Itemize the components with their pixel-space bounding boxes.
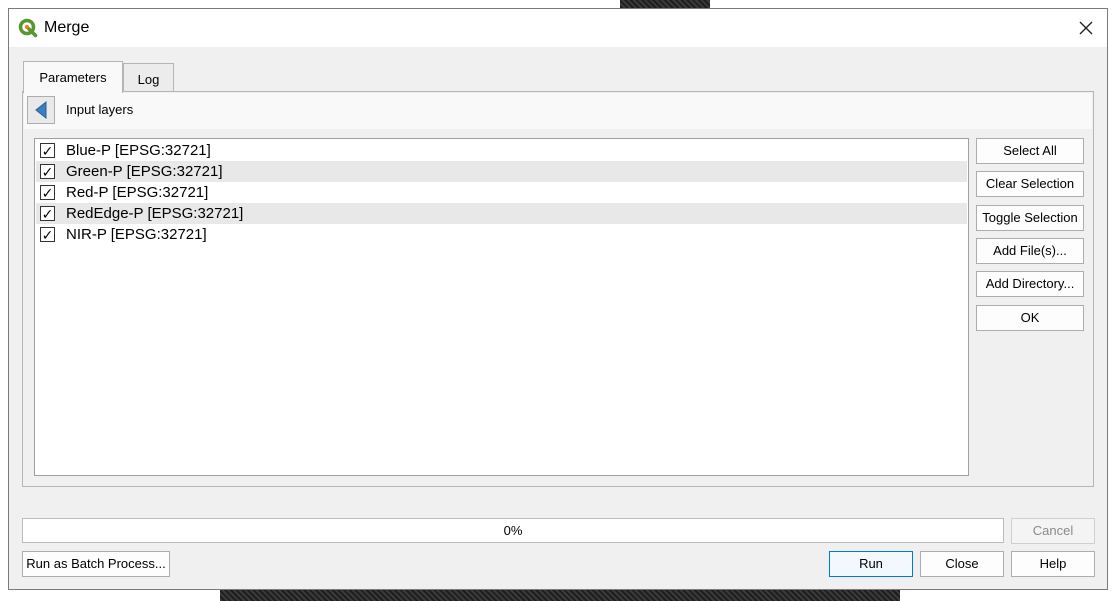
panel-header: Input layers xyxy=(24,93,1092,129)
ok-button[interactable]: OK xyxy=(976,305,1084,331)
add-directory-button[interactable]: Add Directory... xyxy=(976,271,1084,297)
panel-title: Input layers xyxy=(66,102,134,117)
layer-label: Blue-P [EPSG:32721] xyxy=(66,142,211,159)
title-bar: Merge xyxy=(9,9,1107,47)
background-white xyxy=(0,0,8,601)
background-white xyxy=(1108,0,1118,601)
layer-checkbox[interactable]: ✓ xyxy=(40,185,55,200)
background-white xyxy=(0,590,220,601)
layer-label: NIR-P [EPSG:32721] xyxy=(66,226,207,243)
close-icon xyxy=(1079,21,1093,35)
layer-checkbox[interactable]: ✓ xyxy=(40,206,55,221)
help-button[interactable]: Help xyxy=(1011,551,1095,577)
checkmark-icon: ✓ xyxy=(41,205,54,222)
list-item[interactable]: ✓ NIR-P [EPSG:32721] xyxy=(36,224,967,245)
select-all-button[interactable]: Select All xyxy=(976,138,1084,164)
checkmark-icon: ✓ xyxy=(41,163,54,180)
back-arrow-icon xyxy=(35,101,47,119)
layer-checkbox[interactable]: ✓ xyxy=(40,227,55,242)
checkmark-icon: ✓ xyxy=(41,226,54,243)
input-layers-list[interactable]: ✓ Blue-P [EPSG:32721] ✓ Green-P [EPSG:32… xyxy=(34,138,969,476)
background-white xyxy=(0,0,620,8)
add-files-button[interactable]: Add File(s)... xyxy=(976,238,1084,264)
background-white xyxy=(710,0,1118,8)
close-button[interactable]: Close xyxy=(920,551,1004,577)
merge-dialog: Merge Parameters Log Input layers ✓ Blue… xyxy=(8,8,1108,590)
layer-checkbox[interactable]: ✓ xyxy=(40,143,55,158)
tab-parameters[interactable]: Parameters xyxy=(23,61,123,93)
run-as-batch-button[interactable]: Run as Batch Process... xyxy=(22,551,170,577)
cancel-button[interactable]: Cancel xyxy=(1011,518,1095,544)
list-item[interactable]: ✓ RedEdge-P [EPSG:32721] xyxy=(36,203,967,224)
parameters-panel: Input layers ✓ Blue-P [EPSG:32721] ✓ Gre… xyxy=(22,91,1094,487)
window-title: Merge xyxy=(44,19,90,36)
background-white xyxy=(900,590,1118,601)
run-button[interactable]: Run xyxy=(829,551,913,577)
clear-selection-button[interactable]: Clear Selection xyxy=(976,171,1084,197)
list-item[interactable]: ✓ Green-P [EPSG:32721] xyxy=(36,161,967,182)
back-button[interactable] xyxy=(27,96,55,124)
layer-label: Green-P [EPSG:32721] xyxy=(66,163,223,180)
tab-log[interactable]: Log xyxy=(123,63,174,92)
checkmark-icon: ✓ xyxy=(41,184,54,201)
layer-label: RedEdge-P [EPSG:32721] xyxy=(66,205,244,222)
checkmark-icon: ✓ xyxy=(41,142,54,159)
layer-label: Red-P [EPSG:32721] xyxy=(66,184,209,201)
close-window-button[interactable] xyxy=(1071,13,1101,43)
toggle-selection-button[interactable]: Toggle Selection xyxy=(976,205,1084,231)
progress-bar: 0% xyxy=(22,518,1004,543)
qgis-logo-icon xyxy=(18,18,38,38)
list-item[interactable]: ✓ Red-P [EPSG:32721] xyxy=(36,182,967,203)
list-item[interactable]: ✓ Blue-P [EPSG:32721] xyxy=(36,140,967,161)
layer-checkbox[interactable]: ✓ xyxy=(40,164,55,179)
